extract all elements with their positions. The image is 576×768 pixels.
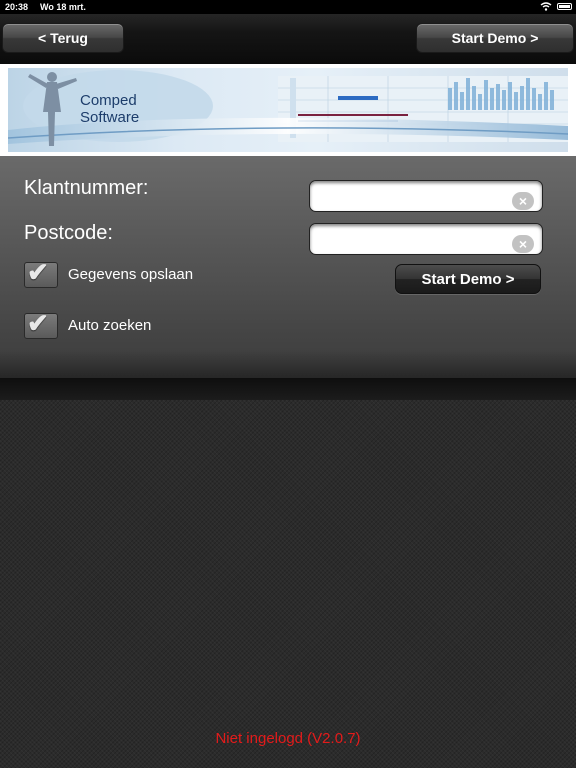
logo-line-2: Software: [80, 109, 140, 126]
save-data-checkbox[interactable]: ✔: [24, 257, 58, 288]
logo-line-1: Comped: [80, 92, 137, 109]
auto-search-checkbox[interactable]: ✔: [24, 308, 58, 339]
checkmark-icon: ✔: [27, 257, 49, 287]
status-date: Wo 18 mrt.: [40, 2, 86, 12]
panel-bottom-strip: [0, 378, 576, 400]
checkmark-icon: ✔: [27, 308, 49, 338]
start-demo-button[interactable]: Start Demo >: [395, 264, 541, 294]
comped-banner-image: Comped Software: [8, 68, 568, 152]
clear-icon[interactable]: ×: [512, 235, 534, 253]
postcode-field[interactable]: ×: [309, 223, 543, 255]
banner: Comped Software: [0, 64, 576, 156]
back-button[interactable]: < Terug: [2, 23, 124, 53]
save-data-label: Gegevens opslaan: [68, 266, 194, 283]
postcode-label: Postcode:: [24, 222, 113, 244]
status-time: 20:38: [5, 2, 29, 12]
login-form-panel: Klantnummer: × Postcode: × ✔ Gegevens op…: [0, 156, 576, 378]
clear-icon[interactable]: ×: [512, 192, 534, 210]
comped-logo: Comped Software: [80, 92, 139, 126]
customer-number-label: Klantnummer:: [24, 177, 149, 199]
login-status-text: Niet ingelogd (V2.0.7): [215, 730, 361, 747]
auto-search-label: Auto zoeken: [68, 317, 152, 334]
customer-number-field[interactable]: ×: [309, 180, 543, 212]
battery-icon: [557, 3, 572, 10]
wifi-icon: [540, 2, 552, 13]
status-bar: 20:38 Wo 18 mrt.: [0, 0, 576, 14]
navigation-bar: < Terug Start Demo >: [0, 14, 576, 64]
start-demo-nav-button[interactable]: Start Demo >: [416, 23, 574, 53]
